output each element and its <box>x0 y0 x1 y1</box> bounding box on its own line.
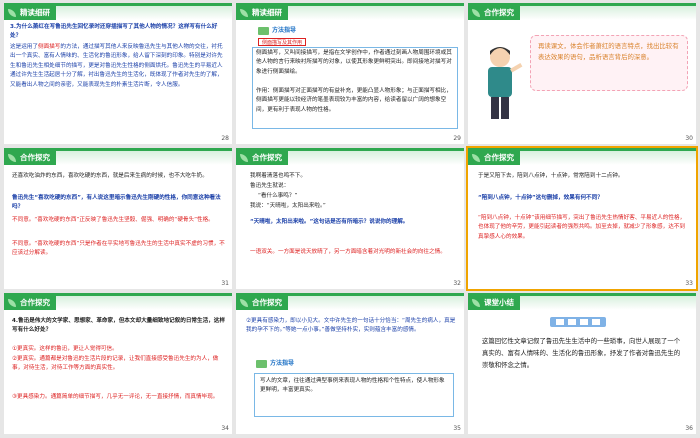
answer-paragraph: 不同意。“喜欢吃硬的东西”正反映了鲁迅先生坚毅、倔强、明确的“硬骨头”性格。 <box>12 217 214 223</box>
quote-line: “看什么事鸣？” <box>258 193 298 199</box>
slide-title: 合作探究 <box>252 153 282 162</box>
slide-number: 35 <box>453 425 461 432</box>
slide-thumbnail[interactable]: 精读细研 3.为什么萧红在写鲁迅先生回忆录时还穿插描写了其他人物的情况？这样写有… <box>4 3 232 144</box>
slide-header: 合作探究 <box>236 293 464 312</box>
slide-title: 合作探究 <box>252 298 282 307</box>
slide-header: 合作探究 <box>468 3 696 22</box>
slide-number: 29 <box>453 135 461 142</box>
slide-thumbnail[interactable]: 合作探究 还喜欢吃油炸的东西，喜欢吃硬的东西，就是后来生病的时候，也不大吃牛奶。… <box>4 148 232 289</box>
method-guide-label: 方法指导 <box>256 26 300 36</box>
slide-number: 31 <box>221 280 229 287</box>
slide-number: 34 <box>221 425 229 432</box>
slide-header: 精读细研 <box>236 3 464 22</box>
slide-thumbnail-selected[interactable]: 合作探究 于是又陪下去，陪到八点钟，十点钟，常常陪到十二点钟。 “陪到八点钟，十… <box>466 146 698 291</box>
answer-paragraph: “陪到八点钟，十点钟”该用细节描写，突出了鲁迅先生热情好客、平易近人的性格，也体… <box>478 215 686 240</box>
highlighted-term: 侧面描写 <box>37 44 61 50</box>
slide-thumbnail[interactable]: 合作探究 4.鲁迅是伟大的文学家、思想家、革命家，但本文却大量细致地记叙的日常生… <box>4 293 232 434</box>
leaf-icon <box>472 154 480 162</box>
slide-thumbnail[interactable]: 精读细研 方法指导 侧面描写及其作用 侧面描写，又叫间接描写，是指在文学创作中，… <box>236 3 464 144</box>
slide-header: 合作探究 <box>4 148 232 167</box>
quote-paragraph: 还喜欢吃油炸的东西，喜欢吃硬的东西，就是后来生病的时候，也不大吃牛奶。 <box>12 173 208 179</box>
slide-title: 课堂小结 <box>484 298 514 307</box>
slide-title: 合作探究 <box>20 153 50 162</box>
method-guide-label: 方法指导 <box>254 359 298 369</box>
question-text: “天晴啦，太阳出来啦。”这句话是否有所暗示？说说你的理解。 <box>250 219 409 225</box>
quote-line: 我说：“天晴啦，太阳出来啦。” <box>250 203 326 209</box>
slide-number: 28 <box>221 135 229 142</box>
slide-number: 33 <box>685 280 693 287</box>
slide-number: 30 <box>685 135 693 142</box>
slide-thumbnail[interactable]: 合作探究 ②更具有感染力，即以小见大。文中许先生的一句话十分恰当：“周先生的病人… <box>236 293 464 434</box>
question-text: 鲁迅先生“喜欢吃硬的东西”，有人说这里暗示鲁迅先生刚硬的性格，你同意这种看法吗？ <box>12 195 221 211</box>
function-paragraph: 作用：侧面描写对正面描写的有益补充，更能凸显人物形象；与正面描写相比，侧面描写更… <box>256 88 452 113</box>
slide-title: 合作探究 <box>484 153 514 162</box>
slide-title: 精读细研 <box>252 8 282 17</box>
book-icon <box>256 360 267 368</box>
topic-tag: 侧面描写及其作用 <box>258 38 307 46</box>
book-icon <box>258 27 269 35</box>
quote-line: 我啊着清落也鸣不下。 <box>250 173 306 179</box>
slide-title: 合作探究 <box>20 298 50 307</box>
slide-header: 合作探究 <box>4 293 232 312</box>
answer-point: ①更真实。这样的鲁迅，更让人觉得可信。 <box>12 346 118 352</box>
leaf-icon <box>240 299 248 307</box>
slide-header: 精读细研 <box>4 3 232 22</box>
slide-header: 合作探究 <box>468 148 696 167</box>
question-text: 3.为什么萧红在写鲁迅先生回忆录时还穿插描写了其他人物的情况？这样写有什么好处？ <box>10 24 218 40</box>
leaf-icon <box>472 9 480 17</box>
leaf-icon <box>240 154 248 162</box>
question-text: “陪到八点钟，十点钟”这句删掉，效果有何不同？ <box>478 195 603 201</box>
slide-title: 合作探究 <box>484 8 514 17</box>
answer-point: ③更具感染力。通篇简单的细节描写，几乎无一评论，无一直接抒情，而真情毕现。 <box>12 394 219 400</box>
definition-paragraph: 侧面描写，又叫间接描写，是指在文学创作中，作者通过刻画人物周围环境或其他人物的言… <box>256 50 452 75</box>
slide-header: 合作探究 <box>236 148 464 167</box>
prompt-text: 再读课文，体会作者萧红的语言特点，找出比较有表达效果的语句，品析语言背后的深意。 <box>538 42 679 61</box>
method-paragraph: 写人的文章，往往通过典型事例来表现人物的性格和个性特点，使人物形象更鲜明，丰富更… <box>260 378 445 394</box>
quote-paragraph: 于是又陪下去，陪到八点钟，十点钟，常常陪到十二点钟。 <box>478 173 624 179</box>
slide-thumbnail[interactable]: 课堂小结 这篇回忆性文章记叙了鲁迅先生生活中的一些琐事，向世人展现了一个真实的、… <box>468 293 696 434</box>
leaf-icon <box>8 154 16 162</box>
teacher-figure-icon <box>488 47 523 119</box>
leaf-icon <box>8 9 16 17</box>
leaf-icon <box>8 299 16 307</box>
answer-paragraph: 不同意。“喜欢吃硬的东西”只是作者在平实地写鲁迅先生的生活中真实不虚的习惯，不应… <box>12 241 225 257</box>
slide-number: 36 <box>685 425 693 432</box>
leaf-icon <box>240 9 248 17</box>
summary-paragraph: 这篇回忆性文章记叙了鲁迅先生生活中的一些琐事，向世人展现了一个真实的、富有人情味… <box>482 337 681 369</box>
answer-paragraph: 一语双关。一方面是说天放晴了，另一方面暗含着对光明的新社会的向往之情。 <box>250 249 446 255</box>
quote-line: 鲁迅先生就说： <box>250 183 290 189</box>
answer-paragraph: ②更具有感染力，即以小见大。文中许先生的一句话十分恰当：“周先生的病人，真是我的… <box>246 318 456 334</box>
slide-sorter-grid: 精读细研 3.为什么萧红在写鲁迅先生回忆录时还穿插描写了其他人物的情况？这样写有… <box>0 0 700 438</box>
question-text: 4.鲁迅是伟大的文学家、思想家、革命家，但本文却大量细致地记叙的日常生活，这样写… <box>12 318 225 334</box>
answer-point: ②更真实。通篇都是对鲁迅的生活片段的记录，让我们直接感受鲁迅先生的为人，做事，对… <box>12 356 219 372</box>
leaf-icon <box>472 299 480 307</box>
answer-paragraph: 这是运用了侧面描写的方法，通过描写其他人来反映鲁迅先生与其他人物的交往，衬托出一… <box>10 44 223 88</box>
slide-thumbnail[interactable]: 合作探究 再读课文，体会作者萧红的语言特点，找出比较有表达效果的语句，品析语言背… <box>468 3 696 144</box>
slide-header: 课堂小结 <box>468 293 696 312</box>
slide-thumbnail[interactable]: 合作探究 我啊着清落也鸣不下。 鲁迅先生就说： “看什么事鸣？” 我说：“天晴啦… <box>236 148 464 289</box>
slide-number: 32 <box>453 280 461 287</box>
decorative-banner-icon <box>550 317 606 327</box>
slide-title: 精读细研 <box>20 8 50 17</box>
